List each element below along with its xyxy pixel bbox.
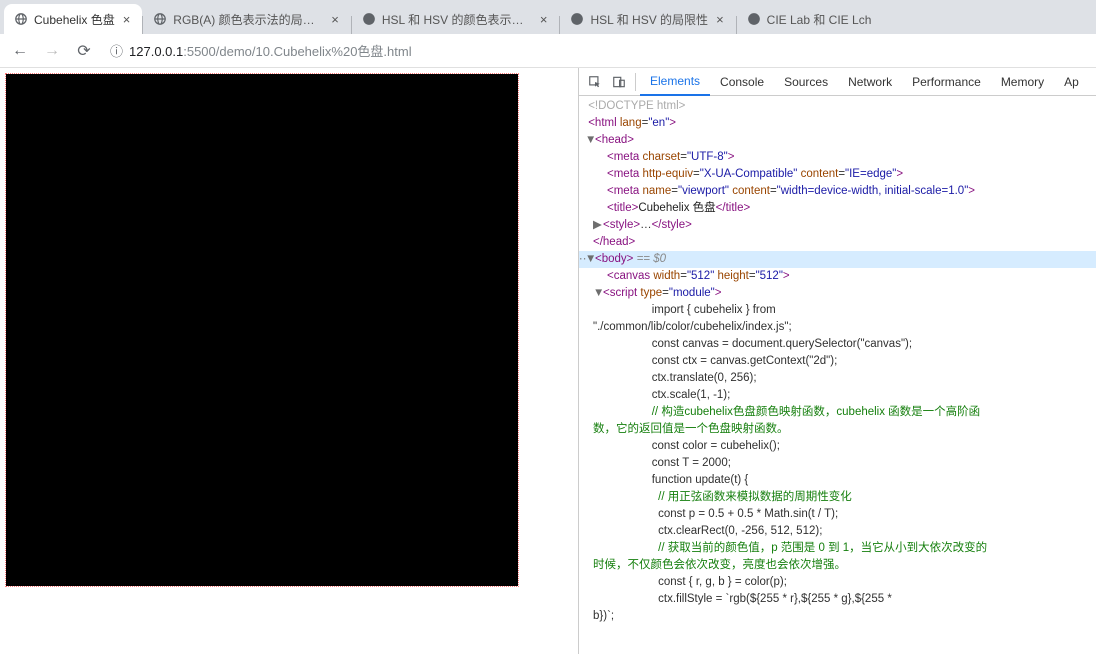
url-port: :5500 — [183, 44, 216, 59]
code-line: "./common/lib/color/cubehelix/index.js"; — [579, 319, 1096, 336]
code-line: ctx.clearRect(0, -256, 512, 512); — [579, 523, 1096, 540]
tab-title: HSL 和 HSV 的颜色表示方法 — [382, 11, 532, 28]
tab-title: CIE Lab 和 CIE Lch — [767, 11, 872, 28]
code-line: const T = 2000; — [579, 455, 1096, 472]
code-comment: 数，它的返回值是一个色盘映射函数。 — [579, 421, 1096, 438]
code-line: const canvas = document.querySelector("c… — [579, 336, 1096, 353]
browser-tab-4[interactable]: CIE Lab 和 CIE Lch — [737, 4, 882, 34]
url-host: 127.0.0.1 — [129, 44, 183, 59]
back-button[interactable]: ← — [6, 37, 34, 65]
devtools-tab-console[interactable]: Console — [710, 68, 774, 96]
doctype-node: <!DOCTYPE html> — [588, 100, 685, 112]
code-line: ctx.translate(0, 256); — [579, 370, 1096, 387]
close-icon[interactable]: × — [538, 13, 550, 26]
code-line: const ctx = canvas.getContext("2d"); — [579, 353, 1096, 370]
tab-title: HSL 和 HSV 的局限性 — [590, 11, 708, 28]
code-comment: // 构造cubehelix色盘颜色映射函数，cubehelix 函数是一个高阶… — [579, 404, 1096, 421]
devtools-tab-network[interactable]: Network — [838, 68, 902, 96]
close-icon[interactable]: × — [714, 13, 726, 26]
devtools-tabbar: Elements Console Sources Network Perform… — [579, 68, 1096, 96]
devtools-tab-sources[interactable]: Sources — [774, 68, 838, 96]
devtools-tab-memory[interactable]: Memory — [991, 68, 1054, 96]
tab-title: Cubehelix 色盘 — [34, 11, 115, 28]
devtools-tab-elements[interactable]: Elements — [640, 68, 710, 96]
content-area: Elements Console Sources Network Perform… — [0, 68, 1096, 654]
close-icon[interactable]: × — [329, 13, 341, 26]
address-bar: ← → ⟳ ⓘ 127.0.0.1:5500/demo/10.Cubehelix… — [0, 34, 1096, 68]
globe-icon — [570, 12, 584, 26]
page-canvas — [6, 74, 518, 586]
selected-body-node[interactable]: ▼<body> == $0 — [579, 251, 1096, 268]
separator — [635, 73, 636, 91]
code-line: function update(t) { — [579, 472, 1096, 489]
close-icon[interactable]: × — [121, 13, 133, 26]
code-line: const { r, g, b } = color(p); — [579, 574, 1096, 591]
devtools-panel: Elements Console Sources Network Perform… — [578, 68, 1096, 654]
code-comment: // 用正弦函数来模拟数据的周期性变化 — [579, 489, 1096, 506]
reload-button[interactable]: ⟳ — [70, 37, 98, 65]
device-toggle-icon[interactable] — [607, 70, 631, 94]
code-line: b})`; — [579, 608, 1096, 625]
site-info-icon[interactable]: ⓘ — [110, 41, 123, 60]
browser-tab-3[interactable]: HSL 和 HSV 的局限性 × — [560, 4, 735, 34]
inspect-icon[interactable] — [583, 70, 607, 94]
globe-icon — [14, 12, 28, 26]
browser-tab-1[interactable]: RGB(A) 颜色表示法的局限性 × — [143, 4, 351, 34]
browser-tab-strip: Cubehelix 色盘 × RGB(A) 颜色表示法的局限性 × HSL 和 … — [0, 0, 1096, 34]
globe-icon — [747, 12, 761, 26]
url-path: /demo/10.Cubehelix%20色盘.html — [216, 44, 412, 59]
url-input[interactable]: ⓘ 127.0.0.1:5500/demo/10.Cubehelix%20色盘.… — [102, 38, 1090, 64]
page-viewport — [0, 68, 578, 654]
browser-tab-2[interactable]: HSL 和 HSV 的颜色表示方法 × — [352, 4, 560, 34]
devtools-tab-performance[interactable]: Performance — [902, 68, 991, 96]
code-comment: // 获取当前的颜色值，p 范围是 0 到 1，当它从小到大依次改变的 — [579, 540, 1096, 557]
elements-tree[interactable]: <!DOCTYPE html> <html lang="en"> ▼<head>… — [579, 96, 1096, 654]
code-line: const p = 0.5 + 0.5 * Math.sin(t / T); — [579, 506, 1096, 523]
devtools-tab-more[interactable]: Ap — [1054, 68, 1089, 96]
tab-title: RGB(A) 颜色表示法的局限性 — [173, 11, 323, 28]
code-line: import { cubehelix } from — [579, 302, 1096, 319]
globe-icon — [362, 12, 376, 26]
code-line: ctx.fillStyle = `rgb(${255 * r},${255 * … — [579, 591, 1096, 608]
browser-tab-0[interactable]: Cubehelix 色盘 × — [4, 4, 142, 34]
code-comment: 时候，不仅颜色会依次改变，亮度也会依次增强。 — [579, 557, 1096, 574]
globe-icon — [153, 12, 167, 26]
code-line: ctx.scale(1, -1); — [579, 387, 1096, 404]
code-line: const color = cubehelix(); — [579, 438, 1096, 455]
forward-button[interactable]: → — [38, 37, 66, 65]
